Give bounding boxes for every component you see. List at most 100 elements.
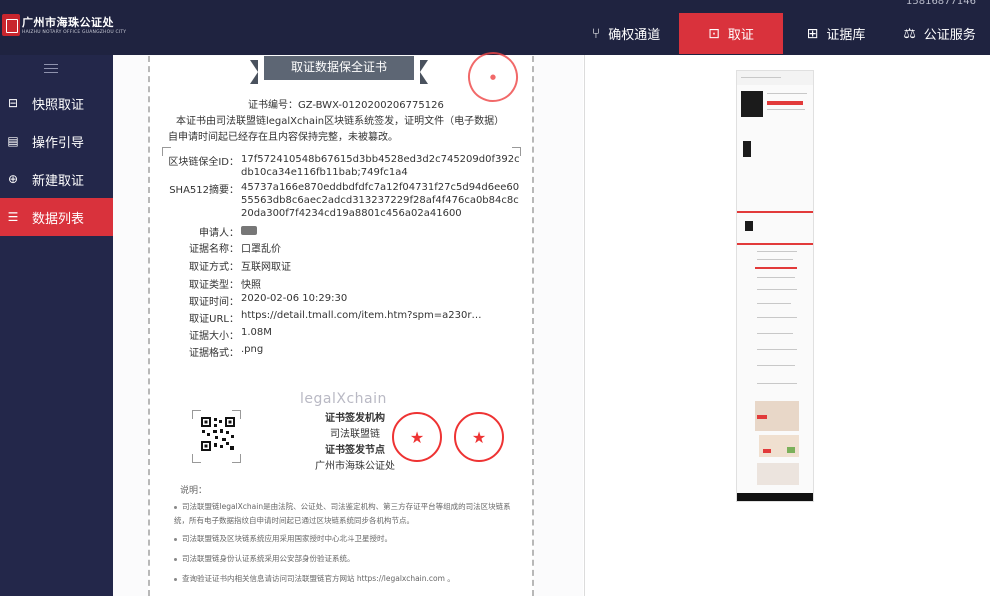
logo[interactable]: 广州市海珠公证处 HAIZHU NOTARY OFFICE GUANGZHOU … bbox=[0, 8, 126, 48]
thumbnail-image bbox=[757, 463, 799, 485]
evidence-size-value: 1.08M bbox=[241, 327, 272, 338]
scales-icon: ⚖ bbox=[903, 25, 916, 42]
node-value: 广州市海珠公证处 bbox=[315, 461, 395, 472]
capture-time-value: 2020-02-06 10:29:30 bbox=[241, 293, 348, 304]
notary-seal-icon: ★ bbox=[392, 412, 442, 462]
qr-code-icon[interactable] bbox=[200, 416, 236, 452]
nav-tab-rights[interactable]: ⑂ 确权通道 bbox=[574, 13, 678, 54]
sidebar-item-label: 新建取证 bbox=[32, 173, 85, 189]
sidebar-item-snapshot[interactable]: ⊟ 快照取证 bbox=[0, 84, 113, 122]
certificate-intro-2: 自申请时间起已经存在且内容保持完整，未被篡改。 bbox=[168, 132, 398, 143]
thumbnail-footer bbox=[737, 493, 813, 501]
evidence-icon: ⊡ bbox=[708, 25, 720, 42]
note-item: 司法联盟链及区块链系统应用采用国家授时中心北斗卫星授时。 bbox=[174, 532, 514, 546]
sidebar-item-label: 数据列表 bbox=[32, 211, 85, 227]
thumbnail-text bbox=[757, 251, 797, 252]
thumbnail-badge bbox=[763, 449, 771, 453]
snapshot-icon: ⊟ bbox=[7, 96, 19, 110]
certificate-number: 证书编号：GZ-BWX-0120200206775126 bbox=[248, 100, 444, 111]
bracket-corner bbox=[232, 454, 241, 463]
certificate-title: 取证数据保全证书 bbox=[250, 56, 428, 84]
sidebar-item-new[interactable]: ⊕ 新建取证 bbox=[0, 160, 113, 198]
thumbnail-text bbox=[757, 259, 793, 260]
lock-icon: ⊞ bbox=[806, 25, 819, 42]
certificate: 取证数据保全证书 ● 证书编号：GZ-BWX-0120200206775126 … bbox=[148, 46, 534, 596]
legalxchain-logo: legalXchain bbox=[300, 391, 387, 407]
applicant-label: 申请人： bbox=[199, 228, 239, 239]
thumbnail-text bbox=[757, 349, 797, 350]
phone-number: 15816877146 bbox=[906, 0, 976, 7]
thumbnail-price-bar bbox=[767, 101, 803, 105]
note-item: 查询验证证书内相关信息请访问司法联盟链官方网站 https://legalxch… bbox=[174, 572, 514, 586]
nav-tab-label: 取证 bbox=[727, 28, 754, 43]
certificate-intro-1: 本证书由司法联盟链legalXchain区块链系统签发，证明文件（电子数据） bbox=[176, 116, 505, 127]
thumbnail-badge bbox=[757, 415, 767, 419]
logo-title: 广州市海珠公证处 bbox=[22, 16, 114, 29]
capture-time-label: 取证时间： bbox=[189, 297, 239, 308]
blockchain-id-value: 17f572410548b67615d3bb4528ed3d2c745209d0… bbox=[241, 154, 520, 178]
evidence-format-label: 证据格式： bbox=[189, 348, 239, 359]
sha512-value: 45737a166e870eddbdfdfc7a12f04731f27c5d94… bbox=[241, 182, 520, 219]
evidence-size-label: 证据大小： bbox=[189, 331, 239, 342]
thumbnail-image bbox=[759, 435, 799, 457]
thumbnail-image bbox=[743, 141, 751, 157]
thumbnail-text bbox=[767, 93, 807, 94]
logo-subtitle: HAIZHU NOTARY OFFICE GUANGZHOU CITY bbox=[22, 30, 127, 35]
nav-tab-notary-service[interactable]: ⚖ 公证服务 bbox=[889, 13, 990, 54]
note-item: 司法联盟链身份认证系统采用公安部身份验证系统。 bbox=[174, 552, 514, 566]
snapshot-thumbnail[interactable] bbox=[736, 70, 814, 502]
thumbnail-text bbox=[757, 289, 797, 290]
capture-url-label: 取证URL： bbox=[189, 314, 239, 325]
thumbnail-text bbox=[757, 277, 795, 278]
thumbnail-text bbox=[757, 317, 797, 318]
bracket-corner bbox=[192, 454, 201, 463]
notary-emblem-icon bbox=[2, 14, 20, 36]
nav-tab-evidence-library[interactable]: ⊞ 证据库 bbox=[784, 13, 888, 54]
sidebar-item-label: 快照取证 bbox=[32, 97, 85, 113]
thumbnail-text bbox=[767, 109, 805, 110]
new-icon: ⊕ bbox=[7, 172, 19, 186]
note-item: 司法联盟链legalXchain是由法院、公证处、司法鉴定机构、第三方存证平台等… bbox=[174, 502, 511, 525]
alliance-seal-icon: ★ bbox=[454, 412, 504, 462]
thumbnail-header bbox=[737, 71, 813, 85]
nav-tab-label: 公证服务 bbox=[923, 28, 976, 43]
bullet-icon bbox=[174, 505, 177, 509]
thumbnail-text bbox=[757, 303, 791, 304]
applicant-redacted bbox=[241, 226, 257, 235]
thumbnail-product-image bbox=[741, 91, 763, 117]
evidence-name-value: 口罩乱价 bbox=[241, 244, 281, 255]
bullet-icon bbox=[174, 537, 177, 541]
sidebar-item-label: 操作引导 bbox=[32, 135, 85, 151]
nav-tab-label: 证据库 bbox=[826, 28, 866, 43]
top-bar: 广州市海珠公证处 HAIZHU NOTARY OFFICE GUANGZHOU … bbox=[0, 0, 990, 55]
guide-icon: ▤ bbox=[7, 134, 19, 148]
thumbnail-text bbox=[757, 383, 797, 384]
thumbnail-text bbox=[741, 77, 781, 78]
thumbnail-divider bbox=[737, 211, 813, 213]
thumbnail-text bbox=[757, 365, 795, 366]
sidebar: ⊟ 快照取证 ▤ 操作引导 ⊕ 新建取证 ☰ 数据列表 bbox=[0, 55, 113, 596]
thumbnail-text bbox=[757, 333, 793, 334]
capture-method-value: 互联网取证 bbox=[241, 262, 291, 273]
capture-url-value: https://detail.tmall.com/item.htm?spm=a2… bbox=[241, 310, 482, 321]
notes-title: 说明： bbox=[180, 486, 208, 496]
thumbnail-badge bbox=[787, 447, 795, 453]
thumbnail-image bbox=[745, 221, 753, 231]
menu-toggle-icon[interactable] bbox=[44, 61, 58, 73]
capture-method-label: 取证方式： bbox=[189, 262, 239, 273]
bullet-icon bbox=[174, 577, 177, 581]
nav-tab-evidence[interactable]: ⊡ 取证 bbox=[679, 13, 783, 54]
evidence-name-label: 证据名称： bbox=[189, 244, 239, 255]
nav-tab-label: 确权通道 bbox=[608, 28, 661, 43]
capture-type-value: 快照 bbox=[241, 280, 261, 291]
fork-icon: ⑂ bbox=[591, 25, 601, 42]
thumbnail-divider bbox=[737, 243, 813, 245]
sha512-label: SHA512摘要： bbox=[169, 185, 239, 196]
seal-stamp-icon: ● bbox=[462, 46, 524, 108]
sidebar-item-guide[interactable]: ▤ 操作引导 bbox=[0, 122, 113, 160]
sidebar-item-data-list[interactable]: ☰ 数据列表 bbox=[0, 198, 113, 236]
bullet-icon bbox=[174, 557, 177, 561]
thumbnail-divider bbox=[755, 267, 797, 269]
blockchain-id-label: 区块链保全ID： bbox=[168, 157, 239, 168]
evidence-format-value: .png bbox=[241, 344, 264, 355]
